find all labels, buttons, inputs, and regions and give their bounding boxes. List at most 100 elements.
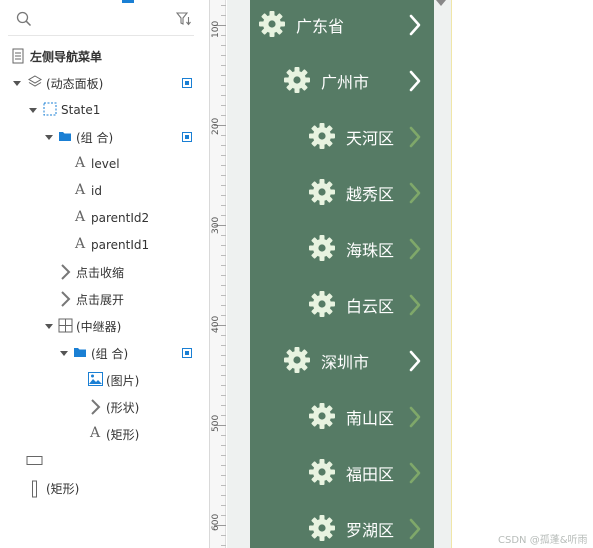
- ruler-tick: [221, 385, 226, 386]
- design-canvas[interactable]: 广东省 广州市 天河区 越秀区 海珠区 白云区深圳市南山区福田区 罗湖区: [227, 0, 593, 548]
- nav-menu-item[interactable]: 南山区: [250, 389, 434, 445]
- text-field-icon: A: [75, 182, 86, 198]
- nav-menu-item[interactable]: 越秀区: [250, 165, 434, 221]
- ruler-tick: [221, 235, 226, 236]
- tree-row-group[interactable]: (组 合): [0, 127, 210, 147]
- ruler-tick: [221, 315, 226, 316]
- tree-row-rectangle-text[interactable]: A (矩形): [0, 424, 210, 444]
- nav-menu-item[interactable]: 白云区: [250, 277, 434, 333]
- tree-row-page[interactable]: 左侧导航菜单: [0, 46, 210, 66]
- ruler-tick: [221, 85, 226, 86]
- tree-row-image[interactable]: (图片): [0, 370, 210, 390]
- tree-row-rectangle[interactable]: [0, 451, 210, 471]
- ruler-label: 400: [211, 315, 221, 333]
- ruler-tick: [221, 255, 226, 256]
- folder-icon: [59, 132, 71, 141]
- repeater-grid-icon: [58, 318, 73, 333]
- ruler-tick: [221, 475, 226, 476]
- text-field-icon: A: [75, 155, 86, 171]
- tree-row-text-level[interactable]: A level: [0, 154, 210, 174]
- search-icon[interactable]: [16, 11, 32, 27]
- ruler-tick: [221, 205, 226, 206]
- ruler-tick: [221, 375, 226, 376]
- ruler-tick: [221, 195, 226, 196]
- chevron-right-icon[interactable]: [408, 294, 422, 316]
- nav-menu-item[interactable]: 天河区: [250, 109, 434, 165]
- chevron-right-icon[interactable]: [408, 238, 422, 260]
- tree-row-shape[interactable]: (形状): [0, 397, 210, 417]
- chevron-right-icon: [91, 399, 101, 415]
- chevron-right-icon[interactable]: [408, 70, 422, 92]
- tree-row-group[interactable]: (组 合): [0, 343, 210, 363]
- guide-line[interactable]: [451, 0, 452, 548]
- chevron-right-icon[interactable]: [408, 518, 422, 540]
- tree-row-dynamic-panel[interactable]: (动态面板): [0, 73, 210, 93]
- ruler-tick: [221, 445, 226, 446]
- nav-menu-item-label: 深圳市: [321, 353, 370, 372]
- ruler-tick: [221, 115, 226, 116]
- nav-menu-panel[interactable]: 广东省 广州市 天河区 越秀区 海珠区 白云区深圳市南山区福田区 罗湖区: [250, 0, 434, 548]
- ruler-tick: [221, 285, 226, 286]
- ruler-tick: [221, 465, 226, 466]
- expand-caret-icon[interactable]: [13, 81, 21, 86]
- nav-menu-item[interactable]: 深圳市: [250, 333, 434, 389]
- gear-icon: [309, 459, 335, 485]
- canvas-page-area: [452, 0, 593, 548]
- nav-menu-item[interactable]: 海珠区: [250, 221, 434, 277]
- selection-toggle-icon[interactable]: [182, 348, 192, 358]
- ruler-tick: [221, 455, 226, 456]
- tree-row-collapse-shape[interactable]: 点击收缩: [0, 262, 210, 282]
- chevron-right-icon[interactable]: [408, 462, 422, 484]
- chevron-right-icon[interactable]: [408, 350, 422, 372]
- ruler-tick: [221, 305, 226, 306]
- nav-menu-item-label: 南山区: [346, 409, 395, 428]
- ruler-tick: [221, 365, 226, 366]
- chevron-right-icon[interactable]: [408, 406, 422, 428]
- tree-row-text-id[interactable]: A id: [0, 181, 210, 201]
- nav-menu-item[interactable]: 广东省: [250, 0, 434, 53]
- ruler-tick: [221, 535, 226, 536]
- vertical-ruler[interactable]: 100 200 300 400 500 600: [210, 0, 226, 548]
- expand-caret-icon[interactable]: [60, 351, 68, 356]
- ruler-label: 300: [211, 216, 221, 234]
- nav-menu-item[interactable]: 广州市: [250, 53, 434, 109]
- tree-row-text-parentid1[interactable]: A parentId1: [0, 235, 210, 255]
- gear-icon: [309, 123, 335, 149]
- tree-row-expand-shape[interactable]: 点击展开: [0, 289, 210, 309]
- chevron-right-icon: [61, 264, 71, 280]
- ruler-tick: [221, 415, 226, 416]
- tree-row-rectangle-vertical[interactable]: (矩形): [0, 478, 210, 498]
- expand-caret-icon[interactable]: [45, 324, 53, 329]
- tree-row-repeater[interactable]: (中继器): [0, 316, 210, 336]
- outline-search-bar[interactable]: [8, 8, 194, 36]
- nav-menu-item[interactable]: 福田区: [250, 445, 434, 501]
- chevron-right-icon: [61, 291, 71, 307]
- chevron-right-icon[interactable]: [408, 182, 422, 204]
- nav-menu-item[interactable]: 罗湖区: [250, 501, 434, 548]
- ruler-label: 600: [211, 513, 221, 531]
- gear-icon: [259, 11, 285, 37]
- expand-caret-icon[interactable]: [29, 108, 37, 113]
- tree-row-label: id: [91, 184, 102, 198]
- tree-row-text-parentid2[interactable]: A parentId2: [0, 208, 210, 228]
- ruler-label: 200: [211, 117, 221, 135]
- selection-toggle-icon[interactable]: [182, 78, 192, 88]
- filter-icon[interactable]: [176, 12, 192, 26]
- selection-toggle-icon[interactable]: [182, 132, 192, 142]
- chevron-right-icon[interactable]: [408, 126, 422, 148]
- gear-icon: [284, 67, 310, 93]
- ruler-tick: [221, 5, 226, 6]
- chevron-right-icon[interactable]: [408, 14, 422, 36]
- ruler-tick: [221, 335, 226, 336]
- tree-row-label: 点击展开: [76, 292, 125, 307]
- tree-row-label: (图片): [106, 373, 140, 388]
- ruler-tick: [221, 105, 226, 106]
- tree-row-state[interactable]: State1: [0, 100, 210, 120]
- tree-row-label: parentId2: [91, 211, 150, 225]
- tree-row-label: (矩形): [46, 481, 80, 496]
- ruler-tick: [221, 145, 226, 146]
- expand-caret-icon[interactable]: [45, 135, 53, 140]
- panel-top-handle-icon[interactable]: [436, 0, 446, 6]
- ruler-tick: [221, 75, 226, 76]
- ruler-tick: [221, 15, 226, 16]
